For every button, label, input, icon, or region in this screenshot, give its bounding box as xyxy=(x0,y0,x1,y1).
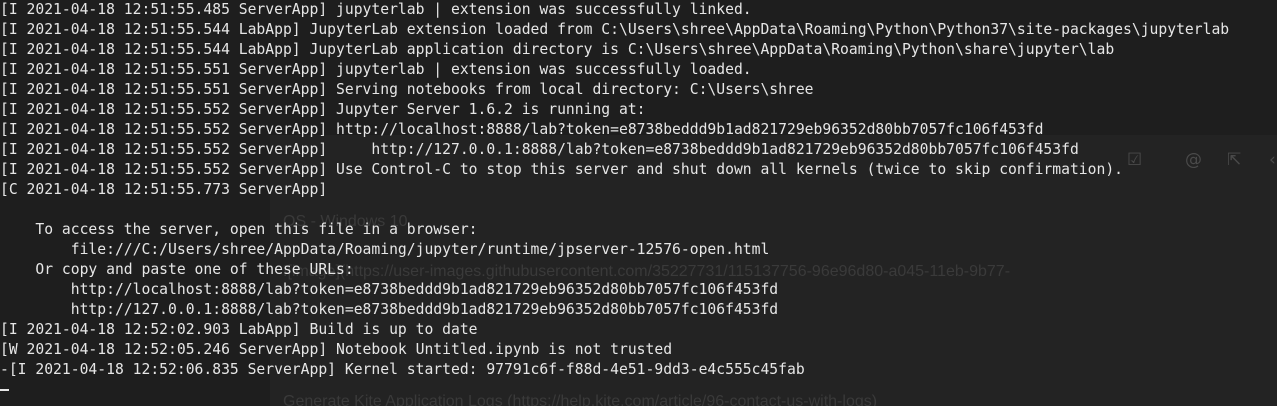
terminal-prompt-line[interactable] xyxy=(0,380,1277,400)
terminal-output[interactable]: [I 2021-04-18 12:51:55.485 ServerApp] ju… xyxy=(0,0,1277,406)
terminal-line: [I 2021-04-18 12:51:55.544 LabApp] Jupyt… xyxy=(0,41,1115,58)
terminal-line: [I 2021-04-18 12:51:55.552 ServerApp] Us… xyxy=(0,161,1124,178)
screen: OS - Windows 10 ![image](https://user-im… xyxy=(0,0,1277,406)
terminal-line: http://localhost:8888/lab?token=e8738bed… xyxy=(0,281,779,298)
terminal-line: Or copy and paste one of these URLs: xyxy=(0,261,354,278)
terminal-line: [I 2021-04-18 12:51:55.552 ServerApp] ht… xyxy=(0,141,1079,158)
terminal-line: [I 2021-04-18 12:51:55.551 ServerApp] Se… xyxy=(0,81,814,98)
terminal-line: [I 2021-04-18 12:51:55.552 ServerApp] Ju… xyxy=(0,101,646,118)
terminal-line: [I 2021-04-18 12:52:02.903 LabApp] Build… xyxy=(0,321,478,338)
terminal-line: file:///C:/Users/shree/AppData/Roaming/j… xyxy=(0,241,770,258)
terminal-line: http://127.0.0.1:8888/lab?token=e8738bed… xyxy=(0,301,779,318)
terminal-line: [I 2021-04-18 12:51:55.552 ServerApp] ht… xyxy=(0,121,1044,138)
terminal-line: [I 2021-04-18 12:51:55.485 ServerApp] ju… xyxy=(0,1,752,18)
terminal-line: -[I 2021-04-18 12:52:06.835 ServerApp] K… xyxy=(0,361,805,378)
terminal-line: [I 2021-04-18 12:51:55.544 LabApp] Jupyt… xyxy=(0,21,1230,38)
terminal-line: [C 2021-04-18 12:51:55.773 ServerApp] xyxy=(0,181,328,198)
terminal-line: [I 2021-04-18 12:51:55.551 ServerApp] ju… xyxy=(0,61,752,78)
terminal-line: To access the server, open this file in … xyxy=(0,221,478,238)
text-cursor xyxy=(0,389,9,391)
terminal-line: [W 2021-04-18 12:52:05.246 ServerApp] No… xyxy=(0,341,673,358)
